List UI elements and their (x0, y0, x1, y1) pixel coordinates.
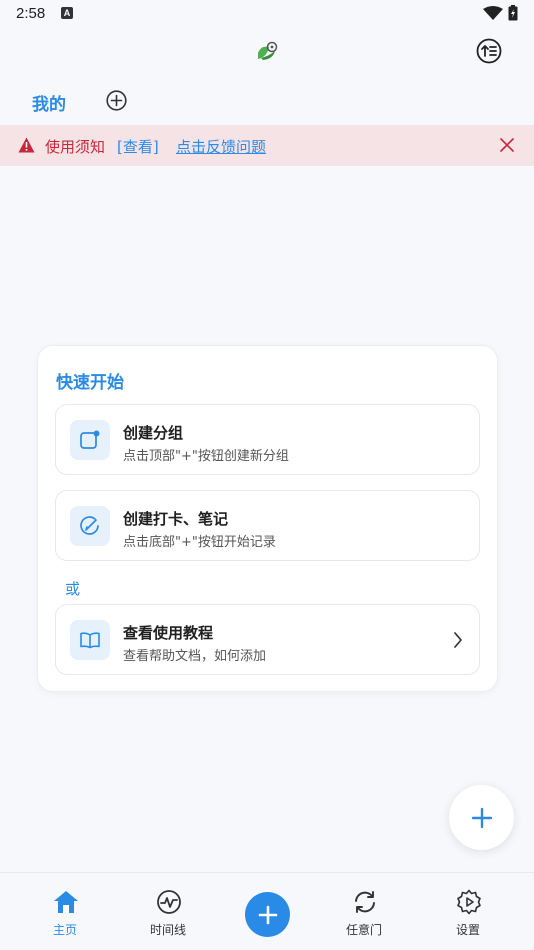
book-icon (70, 620, 110, 660)
create-group-desc: 点击顶部"+"按钮创建新分组 (123, 449, 289, 464)
quick-start-card: 快速开始 创建分组 点击顶部"+"按钮创建新分组 创建打卡、笔记 点击底部"+"… (37, 345, 498, 692)
nav-settings[interactable]: 设置 (428, 873, 508, 950)
notice-text: 使用须知 (45, 138, 106, 156)
tutorial-desc: 查看帮助文档，如何添加 (123, 649, 267, 664)
create-record-button[interactable] (245, 892, 290, 937)
create-group-item[interactable]: 创建分组 点击顶部"+"按钮创建新分组 (55, 404, 480, 475)
status-time: 2:58 (16, 5, 46, 22)
nav-timeline[interactable]: 时间线 (128, 873, 208, 950)
nav-settings-label: 设置 (455, 923, 480, 937)
nav-home-label: 主页 (52, 923, 77, 937)
plus-icon (471, 807, 492, 828)
warning-icon (18, 137, 35, 153)
create-note-title: 创建打卡、笔记 (123, 510, 229, 528)
chevron-right-icon (454, 632, 462, 648)
quick-start-title: 快速开始 (56, 373, 124, 393)
tutorial-title: 查看使用教程 (123, 624, 214, 642)
new-group-icon (70, 420, 110, 460)
notification-a-icon: A (61, 7, 73, 19)
or-label: 或 (65, 580, 81, 598)
wifi-icon (483, 6, 503, 20)
settings-icon (457, 889, 481, 915)
app-logo-icon (258, 41, 278, 60)
nav-timeline-label: 时间线 (149, 923, 186, 937)
timeline-icon (157, 890, 181, 914)
plus-icon (258, 905, 277, 924)
add-group-button[interactable] (106, 90, 127, 111)
nav-anywhere-door-label: 任意门 (345, 923, 382, 937)
battery-icon (508, 5, 518, 21)
tab-mine[interactable]: 我的 (32, 90, 66, 115)
sync-icon (355, 891, 375, 913)
sort-list-icon[interactable] (476, 38, 502, 64)
add-fab-button[interactable] (449, 785, 514, 850)
create-group-title: 创建分组 (123, 424, 184, 442)
tutorial-item[interactable]: 查看使用教程 查看帮助文档，如何添加 (55, 604, 480, 675)
notice-view-link[interactable]: [查看] (117, 136, 159, 157)
nav-anywhere-door[interactable]: 任意门 (324, 873, 404, 950)
home-icon (54, 891, 78, 913)
close-icon[interactable] (499, 137, 515, 153)
create-note-item[interactable]: 创建打卡、笔记 点击底部"+"按钮开始记录 (55, 490, 480, 561)
notice-banner: 使用须知 [查看] 点击反馈问题 (0, 125, 534, 166)
nav-home[interactable]: 主页 (25, 873, 105, 950)
create-note-desc: 点击底部"+"按钮开始记录 (123, 535, 276, 550)
edit-note-icon (70, 506, 110, 546)
bottom-nav: 主页 时间线 任意门 设置 (0, 872, 534, 950)
feedback-link[interactable]: 点击反馈问题 (176, 136, 266, 157)
status-bar: 2:58 A (0, 0, 534, 28)
